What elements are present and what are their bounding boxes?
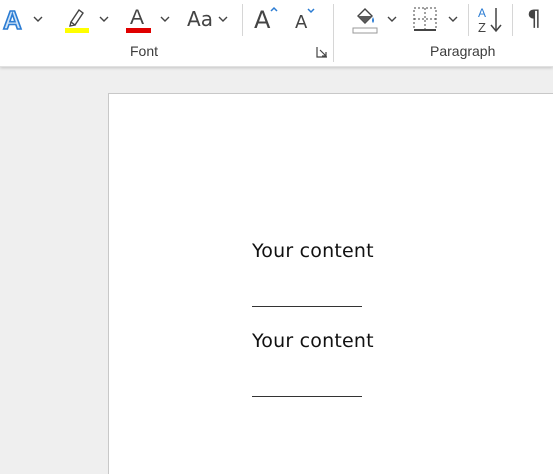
separator xyxy=(512,4,513,36)
text-effects-button[interactable]: A xyxy=(0,4,28,34)
font-color-icon: A xyxy=(126,6,151,33)
grow-font-button[interactable]: A xyxy=(250,4,282,34)
borders-dropdown[interactable] xyxy=(446,11,460,27)
change-case-dropdown[interactable] xyxy=(216,11,230,27)
highlight-dropdown[interactable] xyxy=(97,11,111,27)
chevron-down-icon xyxy=(33,16,43,22)
svg-text:A: A xyxy=(295,12,308,33)
separator xyxy=(468,4,469,36)
highlight-button[interactable] xyxy=(60,4,92,34)
highlight-icon xyxy=(65,8,89,33)
horizontal-line xyxy=(252,396,362,397)
change-case-icon: Aa xyxy=(187,7,213,31)
shading-button[interactable] xyxy=(348,4,380,34)
svg-text:A: A xyxy=(478,6,486,20)
font-dialog-launcher[interactable] xyxy=(315,45,329,59)
content-text[interactable]: Your content xyxy=(252,240,374,262)
group-separator xyxy=(333,4,334,62)
borders-button[interactable] xyxy=(409,4,441,34)
svg-text:A: A xyxy=(254,6,271,34)
ribbon: A A Aa A A A Z ¶ Font Paragraph xyxy=(0,0,553,67)
svg-text:Z: Z xyxy=(478,20,486,34)
text-effects-dropdown[interactable] xyxy=(31,11,45,27)
separator xyxy=(242,4,243,36)
content-text[interactable]: Your content xyxy=(252,330,374,352)
sort-icon: A Z xyxy=(478,6,502,34)
svg-text:A: A xyxy=(3,5,22,33)
grow-font-icon: A xyxy=(254,6,278,34)
dialog-launcher-icon xyxy=(316,47,327,58)
font-group-label: Font xyxy=(130,43,159,59)
shrink-font-button[interactable]: A xyxy=(290,4,322,34)
text-effects-icon: A xyxy=(2,5,23,33)
chevron-down-icon xyxy=(448,16,458,22)
document-page[interactable]: Your content Your content xyxy=(108,93,553,474)
shading-dropdown[interactable] xyxy=(385,11,399,27)
change-case-button[interactable]: Aa xyxy=(184,4,216,34)
font-color-button[interactable]: A xyxy=(122,4,154,34)
sort-button[interactable]: A Z xyxy=(474,4,506,34)
font-color-dropdown[interactable] xyxy=(158,11,172,27)
horizontal-line xyxy=(252,306,362,307)
shading-icon xyxy=(352,8,378,34)
chevron-down-icon xyxy=(218,16,228,22)
chevron-down-icon xyxy=(160,16,170,22)
borders-icon xyxy=(413,7,437,31)
shrink-font-icon: A xyxy=(295,8,315,33)
chevron-down-icon xyxy=(387,16,397,22)
chevron-down-icon xyxy=(99,16,109,22)
pilcrow-icon: ¶ xyxy=(527,6,541,32)
paragraph-group-label: Paragraph xyxy=(430,43,496,59)
show-hide-marks-button[interactable]: ¶ xyxy=(520,4,548,34)
svg-text:A: A xyxy=(130,6,144,29)
